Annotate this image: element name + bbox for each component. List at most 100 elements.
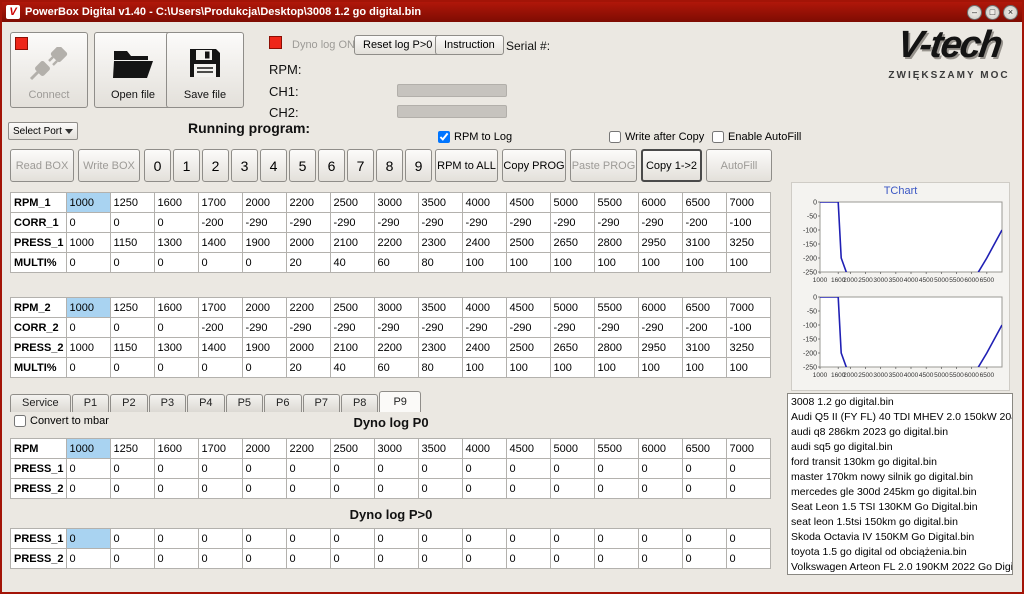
grid-cell[interactable]: -290 — [506, 318, 550, 338]
grid-cell[interactable]: 4000 — [462, 298, 506, 318]
tab-p3[interactable]: P3 — [149, 394, 186, 412]
grid-cell[interactable]: 0 — [110, 459, 154, 479]
grid-cell[interactable]: 0 — [462, 459, 506, 479]
close-button[interactable]: × — [1003, 5, 1018, 20]
grid-cell[interactable]: 3100 — [682, 338, 726, 358]
grid-cell[interactable]: 0 — [154, 549, 198, 569]
file-list-item[interactable]: audi q8 286km 2023 go digital.bin — [788, 425, 1012, 440]
reset-log-button[interactable]: Reset log P>0 — [354, 35, 441, 55]
grid-cell[interactable]: -290 — [374, 213, 418, 233]
grid-cell[interactable]: 0 — [506, 549, 550, 569]
digit-button-8[interactable]: 8 — [376, 149, 403, 182]
grid-cell[interactable]: -200 — [682, 318, 726, 338]
file-list-item[interactable]: Skoda Octavia IV 150KM Go Digital.bin — [788, 530, 1012, 545]
digit-button-3[interactable]: 3 — [231, 149, 258, 182]
grid-cell[interactable]: 2100 — [330, 233, 374, 253]
grid-cell[interactable]: 40 — [330, 253, 374, 273]
grid-cell[interactable]: 0 — [462, 529, 506, 549]
grid-cell[interactable]: 0 — [418, 459, 462, 479]
grid-cell[interactable]: 0 — [462, 479, 506, 499]
copy-prog-button[interactable]: Copy PROG — [502, 149, 566, 182]
write-box-button[interactable]: Write BOX — [78, 149, 140, 182]
dyno-log-toggle[interactable]: Dyno log ON — [292, 39, 355, 51]
grid-cell[interactable]: 0 — [682, 549, 726, 569]
grid-cell[interactable]: 0 — [110, 213, 154, 233]
grid-cell[interactable]: 0 — [66, 549, 110, 569]
grid-cell[interactable]: 0 — [198, 459, 242, 479]
grid-cell[interactable]: 2100 — [330, 338, 374, 358]
file-list-item[interactable]: Audi Q5 II (FY FL) 40 TDI MHEV 2.0 150kW… — [788, 410, 1012, 425]
grid-cell[interactable]: 1150 — [110, 338, 154, 358]
grid-cell[interactable]: 1700 — [198, 193, 242, 213]
grid-cell[interactable]: 0 — [66, 318, 110, 338]
digit-button-6[interactable]: 6 — [318, 149, 345, 182]
grid-cell[interactable]: 2300 — [418, 233, 462, 253]
grid-cell[interactable]: 0 — [638, 459, 682, 479]
rpm-to-all-button[interactable]: RPM to ALL — [435, 149, 498, 182]
grid-cell[interactable]: 0 — [242, 479, 286, 499]
grid-cell[interactable]: 2000 — [242, 193, 286, 213]
grid-cell[interactable]: 0 — [418, 529, 462, 549]
grid-cell[interactable]: 2800 — [594, 233, 638, 253]
autofill-button[interactable]: AutoFill — [706, 149, 772, 182]
grid-cell[interactable]: 2400 — [462, 338, 506, 358]
grid-cell[interactable]: 0 — [110, 318, 154, 338]
grid-cell[interactable]: 0 — [682, 529, 726, 549]
grid-cell[interactable]: 2500 — [330, 298, 374, 318]
grid-cell[interactable]: 2000 — [286, 338, 330, 358]
grid-cell[interactable]: -290 — [418, 213, 462, 233]
maximize-button[interactable]: □ — [985, 5, 1000, 20]
file-list-item[interactable]: 3008 1.2 go digital.bin — [788, 395, 1012, 410]
read-box-button[interactable]: Read BOX — [10, 149, 74, 182]
grid-cell[interactable]: 4000 — [462, 193, 506, 213]
digit-button-5[interactable]: 5 — [289, 149, 316, 182]
grid-cell[interactable]: 0 — [242, 549, 286, 569]
grid-cell[interactable]: 0 — [198, 549, 242, 569]
grid-cell[interactable]: 100 — [638, 358, 682, 378]
grid-cell[interactable]: -290 — [242, 318, 286, 338]
grid-cell[interactable]: 3250 — [726, 233, 770, 253]
grid-cell[interactable]: -200 — [198, 318, 242, 338]
file-list-item[interactable]: mercedes gle 300d 245km go digital.bin — [788, 485, 1012, 500]
grid-cell[interactable]: 100 — [594, 358, 638, 378]
grid-cell[interactable]: 0 — [506, 459, 550, 479]
grid-cell[interactable]: 0 — [374, 479, 418, 499]
grid-cell[interactable]: 1400 — [198, 338, 242, 358]
grid-cell[interactable]: 2200 — [286, 439, 330, 459]
grid-cell[interactable]: 0 — [242, 459, 286, 479]
grid-cell[interactable]: 6000 — [638, 439, 682, 459]
grid-cell[interactable]: 20 — [286, 358, 330, 378]
grid-cell[interactable]: 0 — [506, 479, 550, 499]
grid-cell[interactable]: 0 — [506, 529, 550, 549]
grid-cell[interactable]: 4500 — [506, 439, 550, 459]
grid-cell[interactable]: 7000 — [726, 439, 770, 459]
grid-cell[interactable]: 2200 — [374, 338, 418, 358]
grid-cell[interactable]: 0 — [66, 479, 110, 499]
grid-cell[interactable]: 0 — [374, 459, 418, 479]
grid-cell[interactable]: -290 — [330, 318, 374, 338]
grid-cell[interactable]: 0 — [286, 479, 330, 499]
grid-cell[interactable]: 0 — [726, 479, 770, 499]
grid-cell[interactable]: 100 — [506, 358, 550, 378]
grid-cell[interactable]: 0 — [638, 479, 682, 499]
grid-cell[interactable]: 1300 — [154, 338, 198, 358]
grid-cell[interactable]: 0 — [374, 549, 418, 569]
file-list-item[interactable]: ford transit 130km go digital.bin — [788, 455, 1012, 470]
grid-cell[interactable]: -200 — [682, 213, 726, 233]
grid-cell[interactable]: 4000 — [462, 439, 506, 459]
grid-cell[interactable]: 0 — [594, 529, 638, 549]
grid-cell[interactable]: 0 — [154, 253, 198, 273]
grid-cell[interactable]: 3000 — [374, 193, 418, 213]
grid-cell[interactable]: 100 — [550, 253, 594, 273]
grid-cell[interactable]: 2200 — [286, 193, 330, 213]
grid-cell[interactable]: 0 — [110, 253, 154, 273]
grid-cell[interactable]: 2200 — [374, 233, 418, 253]
file-list-item[interactable]: Volkswagen Arteon FL 2.0 190KM 2022 Go D… — [788, 560, 1012, 575]
tab-p4[interactable]: P4 — [187, 394, 224, 412]
grid-cell[interactable]: 0 — [594, 549, 638, 569]
grid-cell[interactable]: 3250 — [726, 338, 770, 358]
grid-cell[interactable]: 0 — [66, 213, 110, 233]
grid-cell[interactable]: 40 — [330, 358, 374, 378]
grid-cell[interactable]: 1000 — [66, 338, 110, 358]
copy-1-to-2-button[interactable]: Copy 1->2 — [641, 149, 702, 182]
